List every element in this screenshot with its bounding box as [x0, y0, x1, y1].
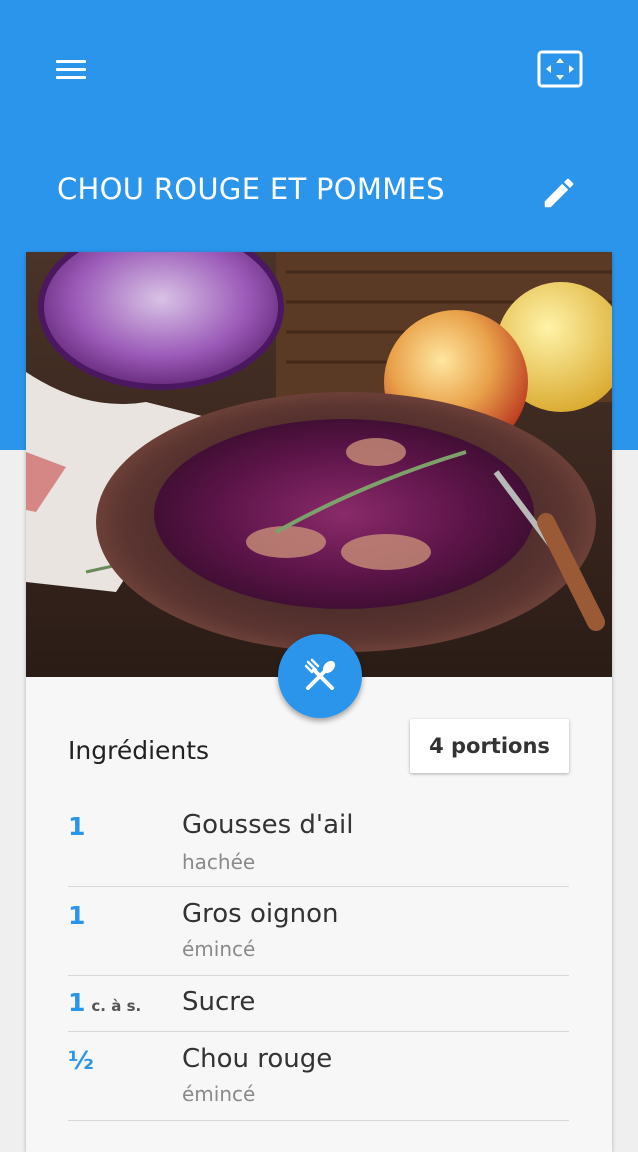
pencil-icon — [544, 178, 574, 208]
ingredient-qty: ½ — [68, 1046, 100, 1075]
ingredient-name: Sucre — [182, 987, 256, 1017]
ingredient-row[interactable]: 1 Gros oignon émincé — [68, 887, 569, 976]
cutlery-fab[interactable] — [278, 634, 362, 718]
fullscreen-button[interactable] — [534, 48, 586, 90]
hamburger-line — [56, 76, 86, 79]
hamburger-menu-icon — [56, 60, 86, 63]
ingredient-note: hachée — [182, 850, 256, 874]
qty-value: 1 — [68, 988, 86, 1017]
ingredient-row[interactable]: 1 Gousses d'ail hachée — [68, 798, 569, 887]
edit-button[interactable] — [540, 174, 578, 212]
recipe-photo-illustration — [26, 252, 612, 677]
portions-button[interactable]: 4 portions — [410, 719, 569, 773]
ingredient-note: émincé — [182, 937, 256, 961]
ingredients-heading: Ingrédients — [68, 736, 210, 765]
ingredient-row[interactable]: 1 c. à s. Sucre — [68, 976, 569, 1032]
ingredient-note: émincé — [182, 1082, 256, 1106]
ingredient-qty: 1 c. à s. — [68, 988, 141, 1017]
qty-value: 1 — [68, 812, 86, 841]
recipe-card: Ingrédients 4 portions 1 Gousses d'ail h… — [26, 252, 612, 1152]
ingredient-qty: 1 — [68, 812, 91, 841]
qty-value: 1 — [68, 901, 86, 930]
ingredient-qty: 1 — [68, 901, 91, 930]
fullscreen-icon — [537, 50, 583, 88]
ingredients-list: 1 Gousses d'ail hachée 1 Gros oignon émi… — [68, 798, 569, 1121]
ingredient-row[interactable]: ½ Chou rouge émincé — [68, 1032, 569, 1121]
ingredient-name: Gros oignon — [182, 899, 339, 929]
menu-button[interactable] — [52, 54, 92, 88]
ingredient-name: Gousses d'ail — [182, 810, 354, 840]
page-title: CHOU ROUGE ET POMMES — [57, 172, 445, 206]
ingredient-name: Chou rouge — [182, 1044, 333, 1074]
cutlery-icon — [304, 658, 336, 690]
recipe-photo — [26, 252, 612, 677]
qty-unit: c. à s. — [91, 997, 142, 1015]
qty-value: ½ — [68, 1046, 94, 1075]
hamburger-line — [56, 68, 86, 71]
